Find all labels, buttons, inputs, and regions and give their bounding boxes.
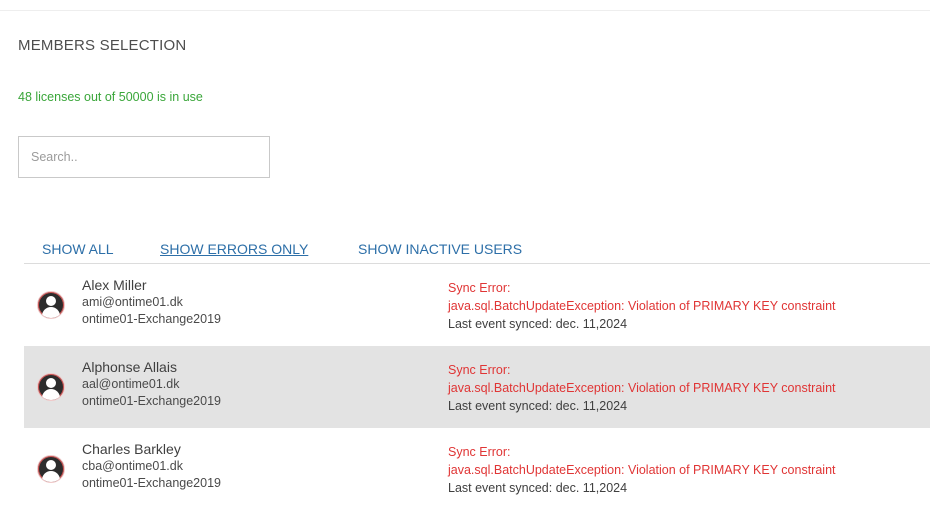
member-name: Alex Miller <box>82 277 147 293</box>
sync-error-message: java.sql.BatchUpdateException: Violation… <box>448 381 836 395</box>
sync-status: Sync Error: java.sql.BatchUpdateExceptio… <box>448 443 836 497</box>
user-avatar-icon <box>37 455 65 483</box>
member-email: cba@ontime01.dk <box>82 459 183 473</box>
filter-show-all[interactable]: SHOW ALL <box>42 241 114 257</box>
filter-show-errors-only[interactable]: SHOW ERRORS ONLY <box>160 241 308 257</box>
user-avatar-icon <box>37 291 65 319</box>
member-server: ontime01-Exchange2019 <box>82 476 221 490</box>
last-synced-text: Last event synced: dec. 11,2024 <box>448 481 628 495</box>
member-row[interactable]: Alex Miller ami@ontime01.dk ontime01-Exc… <box>24 264 930 346</box>
sync-status: Sync Error: java.sql.BatchUpdateExceptio… <box>448 361 836 415</box>
member-row[interactable]: Charles Barkley cba@ontime01.dk ontime01… <box>24 428 930 510</box>
member-info: Alphonse Allais aal@ontime01.dk ontime01… <box>82 359 221 410</box>
sync-error-title: Sync Error: <box>448 281 511 295</box>
last-synced-text: Last event synced: dec. 11,2024 <box>448 399 628 413</box>
member-info: Charles Barkley cba@ontime01.dk ontime01… <box>82 441 221 492</box>
page-title: MEMBERS SELECTION <box>18 37 187 54</box>
members-list: Alex Miller ami@ontime01.dk ontime01-Exc… <box>24 263 930 510</box>
member-info: Alex Miller ami@ontime01.dk ontime01-Exc… <box>82 277 221 328</box>
filter-show-inactive-users[interactable]: SHOW INACTIVE USERS <box>358 241 522 257</box>
member-row[interactable]: Alphonse Allais aal@ontime01.dk ontime01… <box>24 346 930 428</box>
sync-error-title: Sync Error: <box>448 445 511 459</box>
sync-error-message: java.sql.BatchUpdateException: Violation… <box>448 463 836 477</box>
member-name: Charles Barkley <box>82 441 181 457</box>
sync-status: Sync Error: java.sql.BatchUpdateExceptio… <box>448 279 836 333</box>
last-synced-text: Last event synced: dec. 11,2024 <box>448 317 628 331</box>
sync-error-title: Sync Error: <box>448 363 511 377</box>
search-input[interactable] <box>18 136 270 178</box>
member-email: ami@ontime01.dk <box>82 295 183 309</box>
member-server: ontime01-Exchange2019 <box>82 394 221 408</box>
top-divider <box>0 10 930 11</box>
user-avatar-icon <box>37 373 65 401</box>
sync-error-message: java.sql.BatchUpdateException: Violation… <box>448 299 836 313</box>
member-email: aal@ontime01.dk <box>82 377 180 391</box>
member-name: Alphonse Allais <box>82 359 177 375</box>
member-server: ontime01-Exchange2019 <box>82 312 221 326</box>
license-usage-text: 48 licenses out of 50000 is in use <box>18 90 203 104</box>
